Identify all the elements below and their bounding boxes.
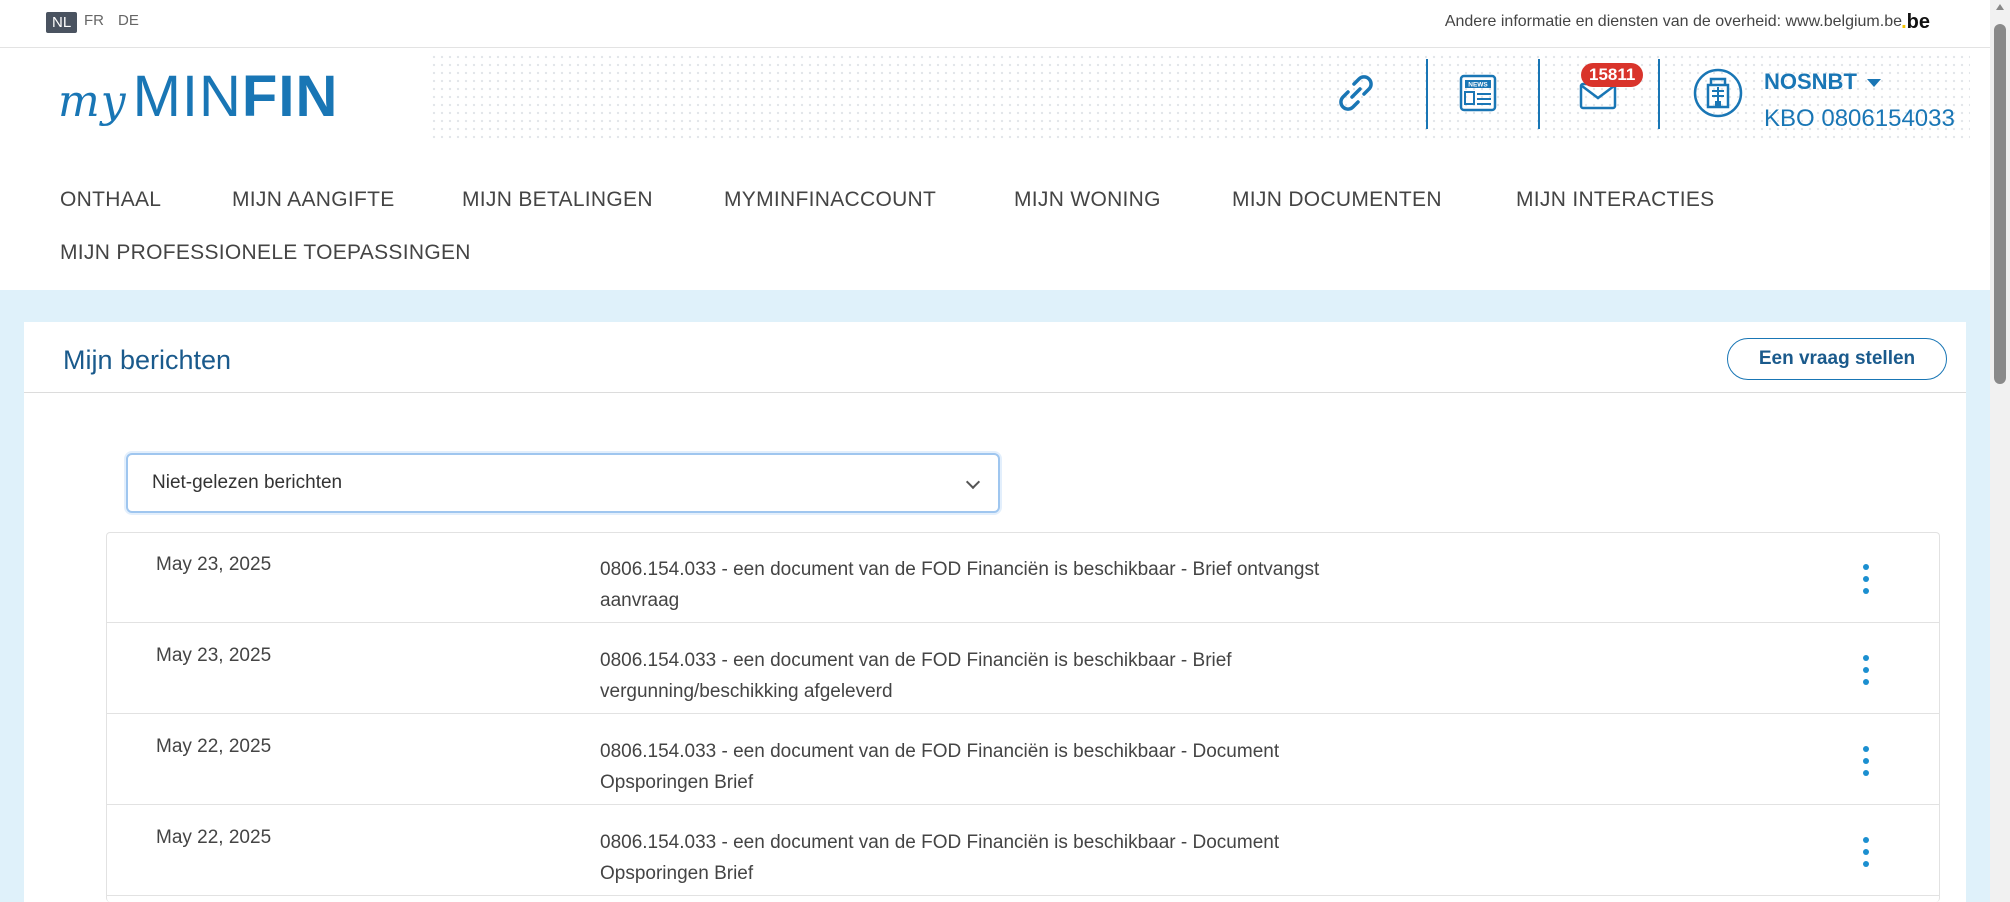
table-row[interactable]: May 22, 2025 0806.154.033 - een document… (106, 805, 1940, 896)
message-date: May 23, 2025 (156, 645, 272, 666)
logo-fin: FIN (241, 64, 339, 129)
kebab-menu-icon[interactable] (1856, 833, 1876, 873)
gov-info-link[interactable]: Andere informatie en diensten van de ove… (1445, 13, 1902, 31)
nav-mijn-woning[interactable]: MIJN WONING (1014, 188, 1161, 212)
logo-my: my (58, 76, 127, 127)
header-separator (1426, 59, 1428, 129)
nav-mijn-interacties[interactable]: MIJN INTERACTIES (1516, 188, 1714, 212)
be-logo[interactable]: .be (1901, 11, 1930, 34)
kebab-menu-icon[interactable] (1856, 742, 1876, 782)
page-title: Mijn berichten (63, 345, 232, 375)
site-header: my MINFIN NEWS 15811 NOSNBT KBO 08061540… (0, 49, 1990, 144)
page-scrollbar[interactable] (1990, 0, 2010, 902)
nav-mijn-documenten[interactable]: MIJN DOCUMENTEN (1232, 188, 1442, 212)
message-subject[interactable]: 0806.154.033 - een document van de FOD F… (600, 827, 1360, 889)
top-bar: NL FR DE Andere informatie en diensten v… (0, 0, 1990, 48)
message-date: May 22, 2025 (156, 736, 272, 757)
nav-mijn-professionele-toepassingen[interactable]: MIJN PROFESSIONELE TOEPASSINGEN (60, 241, 471, 265)
nav-onthaal[interactable]: ONTHAAL (60, 188, 161, 212)
lang-fr[interactable]: FR (84, 12, 104, 29)
lang-nl[interactable]: NL (46, 12, 78, 33)
lang-de[interactable]: DE (118, 12, 139, 29)
caret-down-icon (1866, 79, 1881, 88)
kebab-menu-icon[interactable] (1856, 560, 1876, 600)
be-logo-text: be (1906, 11, 1930, 33)
table-row[interactable]: May 23, 2025 0806.154.033 - een document… (106, 532, 1940, 623)
message-subject[interactable]: 0806.154.033 - een document van de FOD F… (600, 736, 1360, 798)
message-subject[interactable]: 0806.154.033 - een document van de FOD F… (600, 645, 1360, 707)
logo-min: MIN (132, 64, 242, 129)
ask-question-button[interactable]: Een vraag stellen (1727, 338, 1947, 380)
nav-myminfinaccount[interactable]: MYMINFINACCOUNT (724, 188, 936, 212)
kebab-menu-icon[interactable] (1856, 651, 1876, 691)
chevron-down-icon (965, 474, 981, 490)
scrollbar-thumb[interactable] (1994, 24, 2006, 384)
header-separator (1658, 59, 1660, 129)
table-row[interactable]: May 23, 2025 0806.154.033 - een document… (106, 623, 1940, 714)
message-date: May 22, 2025 (156, 827, 272, 848)
link-icon[interactable] (1328, 65, 1384, 121)
building-icon[interactable] (1690, 65, 1746, 121)
scroll-up-icon[interactable] (1996, 4, 2004, 10)
filter-selected-value: Niet-gelezen berichten (152, 472, 343, 493)
divider (24, 392, 1966, 393)
myminfin-logo[interactable]: my MINFIN (58, 63, 338, 130)
svg-text:NEWS: NEWS (1468, 82, 1488, 89)
message-subject[interactable]: 0806.154.033 - een document van de FOD F… (600, 554, 1360, 616)
table-row[interactable]: May 22, 2025 0806.154.033 - een document… (106, 714, 1940, 805)
user-name: NOSNBT (1764, 69, 1857, 94)
nav-mijn-aangifte[interactable]: MIJN AANGIFTE (232, 188, 395, 212)
user-kbo: KBO 0806154033 (1764, 105, 1955, 132)
message-date: May 23, 2025 (156, 554, 272, 575)
unread-count-badge: 15811 (1581, 63, 1644, 87)
header-separator (1538, 59, 1540, 129)
news-icon[interactable]: NEWS (1450, 65, 1506, 121)
message-filter-select[interactable]: Niet-gelezen berichten (126, 453, 1000, 513)
nav-mijn-betalingen[interactable]: MIJN BETALINGEN (462, 188, 653, 212)
user-menu[interactable]: NOSNBT (1764, 69, 1881, 95)
